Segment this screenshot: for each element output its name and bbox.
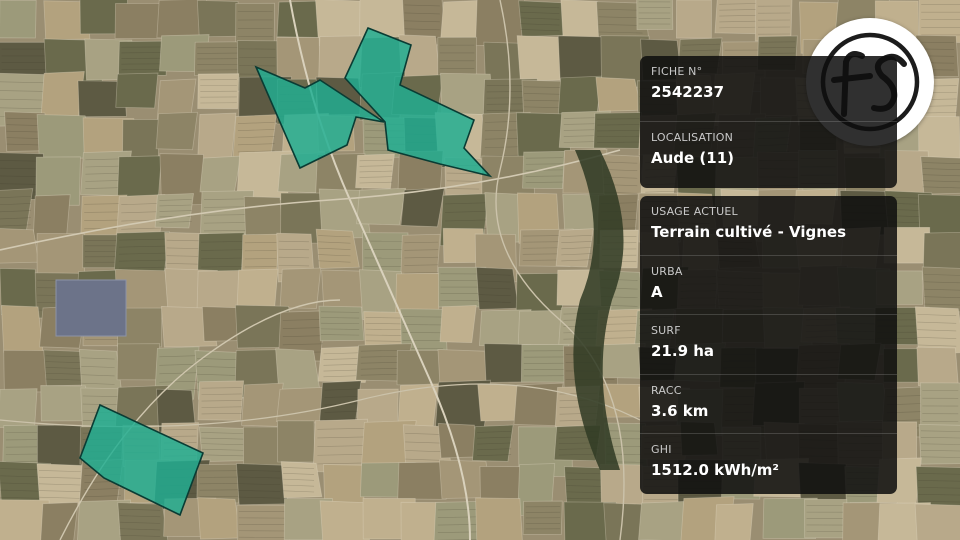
localisation-label: LOCALISATION [651,131,734,144]
solar-farm-roof [55,279,127,337]
field-plot [600,463,645,508]
localisation-value: Aude (11) [651,149,735,167]
localisation-row: LOCALISATION Aude (11) [640,122,897,188]
field-plot [116,343,161,381]
field-plot [155,111,198,151]
field-plot [277,420,315,463]
usage-value: Terrain cultivé - Vignes [651,223,847,241]
field-plot [675,0,712,39]
details-card: USAGE ACTUEL Terrain cultivé - Vignes UR… [640,196,897,494]
field-plot [914,503,960,540]
surf-label: SURF [651,324,681,338]
racc-row: RACC 3.6 km [640,375,897,435]
field-plot [439,304,477,344]
field-plot [115,72,159,109]
urba-label: URBA [651,264,683,278]
fiche-row: FICHE N° 2542237 [640,56,897,122]
field-plot [0,0,37,39]
ghi-label: GHI [651,443,672,457]
field-plot [595,76,642,112]
surf-row: SURF 21.9 ha [640,315,897,375]
field-plot [400,187,445,228]
fiche-label: FICHE N° [651,65,703,78]
urba-row: URBA A [640,256,897,316]
field-plot [236,268,279,309]
usage-row: USAGE ACTUEL Terrain cultivé - Vignes [640,196,897,256]
field-plot [197,497,241,540]
racc-label: RACC [651,383,682,397]
field-plot [40,385,88,422]
info-card: FICHE N° 2542237 LOCALISATION Aude (11) [640,56,897,188]
field-plot [236,504,290,540]
field-plot [40,502,79,540]
field-plot [396,349,445,386]
fiche-value: 2542237 [651,83,725,101]
field-plot [395,272,441,315]
field-plot [197,112,237,161]
field-plot [36,114,91,160]
field-plot [276,386,328,424]
field-plot [916,346,959,386]
field-plot [0,305,44,353]
field-plot [199,155,242,194]
usage-label: USAGE ACTUEL [651,205,738,218]
surf-value: 21.9 ha [651,342,715,361]
racc-value: 3.6 km [651,401,709,420]
field-plot [117,502,169,540]
field-plot [196,0,243,38]
field-plot [475,497,523,540]
ghi-value: 1512.0 kWh/m² [651,461,779,480]
field-plot [40,71,85,119]
ghi-row: GHI 1512.0 kWh/m² [640,434,897,494]
urba-value: A [651,282,663,301]
field-plot [636,0,674,30]
field-plot [714,503,754,540]
